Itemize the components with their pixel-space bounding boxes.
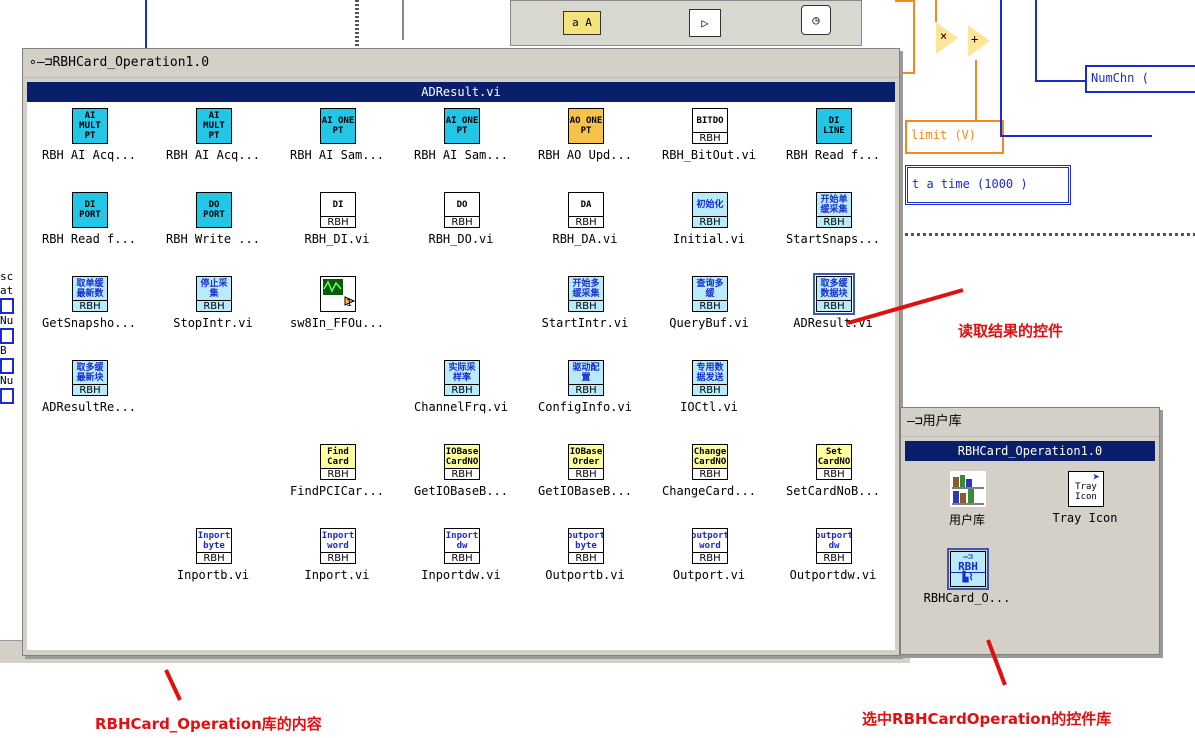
annotation-read-result: 读取结果的控件 (958, 322, 1064, 340)
annotation-select-library: 选中RBHCardOperation的控件库 (862, 710, 1112, 728)
annotation-arrows (164, 288, 1007, 701)
arrow-to-adresult (847, 288, 964, 325)
annotation-library-contents: RBHCard_Operation库的内容 (95, 715, 322, 733)
arrow-to-library-contents (164, 669, 182, 701)
arrow-to-selected-library (986, 639, 1007, 686)
